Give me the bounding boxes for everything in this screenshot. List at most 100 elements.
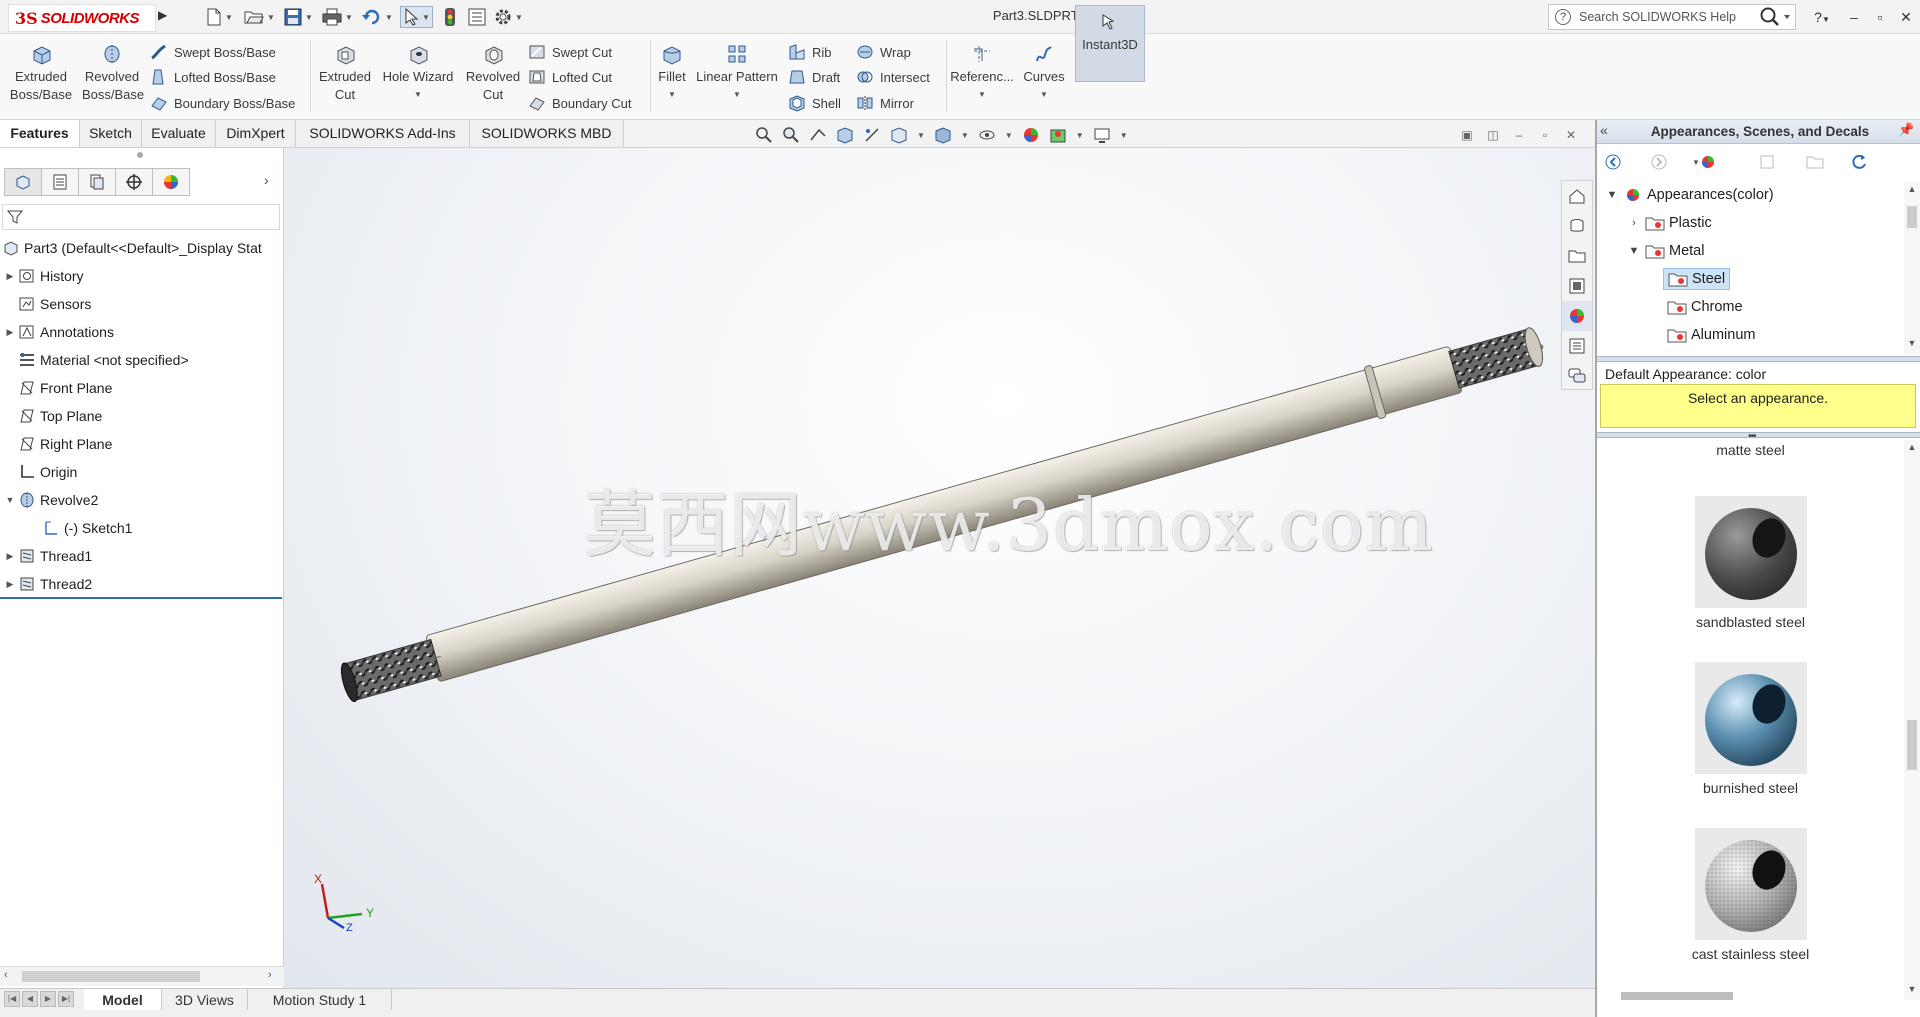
- steel-selected-highlight[interactable]: Steel: [1663, 268, 1731, 290]
- viewport-tile-icon[interactable]: ▣: [1458, 126, 1476, 144]
- tab-3d-views[interactable]: 3D Views: [162, 989, 248, 1011]
- tree-item-right-plane[interactable]: Right Plane: [4, 430, 112, 458]
- pane-splitter[interactable]: [1597, 432, 1920, 438]
- appearance-type-dropdown[interactable]: ▼: [1689, 152, 1719, 172]
- chevron-down-icon[interactable]: ▼: [1005, 131, 1013, 140]
- tree-item-thread2[interactable]: ▶ Thread2: [4, 570, 93, 598]
- scroll-down-icon[interactable]: ▼: [1904, 338, 1920, 348]
- scroll-down-icon[interactable]: ▼: [1904, 984, 1920, 994]
- expand-arrow-icon[interactable]: ▶: [4, 579, 16, 590]
- part-model-view[interactable]: [284, 148, 1595, 988]
- tree-item-top-plane[interactable]: Top Plane: [4, 402, 102, 430]
- prev-tab-icon[interactable]: ◀: [22, 991, 38, 1007]
- property-manager-tab[interactable]: [41, 168, 79, 196]
- scrollbar-thumb[interactable]: [1907, 720, 1917, 770]
- configuration-manager-tab[interactable]: [78, 168, 116, 196]
- minimize-button[interactable]: –: [1842, 6, 1866, 28]
- steel-folder[interactable]: Steel: [1663, 266, 1731, 292]
- appearances-tab[interactable]: [1562, 301, 1592, 331]
- collapse-arrow-icon[interactable]: ▼: [1627, 245, 1641, 257]
- scroll-left-icon[interactable]: ‹: [4, 969, 8, 981]
- appearance-item-cast-stainless-steel[interactable]: cast stainless steel: [1597, 828, 1904, 962]
- reference-triad[interactable]: X Y Z: [314, 868, 394, 938]
- zoom-to-fit-icon[interactable]: [755, 126, 773, 144]
- tab-model[interactable]: Model: [84, 989, 162, 1011]
- extruded-boss-button[interactable]: Extruded Boss/Base: [4, 38, 78, 116]
- undo-button[interactable]: ▼: [362, 6, 393, 28]
- shell-button[interactable]: Shell: [788, 92, 841, 114]
- extruded-cut-button[interactable]: Extruded Cut: [314, 38, 376, 116]
- graphics-area[interactable]: 莫西网www.3dmox.com X Y Z: [284, 148, 1595, 988]
- rib-button[interactable]: Rib: [788, 41, 832, 63]
- select-button[interactable]: ▼: [400, 6, 433, 28]
- file-explorer-tab[interactable]: [1562, 241, 1592, 271]
- expand-arrow-icon[interactable]: ▶: [4, 551, 16, 562]
- solidworks-resources-tab[interactable]: [1562, 181, 1592, 211]
- lofted-cut-button[interactable]: Lofted Cut: [528, 66, 612, 88]
- dimxpert-manager-tab[interactable]: [115, 168, 153, 196]
- view-orientation-icon[interactable]: [890, 126, 908, 144]
- appearance-gallery-scrollbar[interactable]: ▲ ▼: [1904, 440, 1920, 1000]
- open-folder-button[interactable]: [1805, 152, 1825, 172]
- tab-sketch[interactable]: Sketch: [80, 120, 142, 147]
- add-file-location-button[interactable]: [1757, 152, 1777, 172]
- chevron-down-icon[interactable]: ▼: [917, 131, 925, 140]
- scrollbar-thumb[interactable]: [22, 971, 200, 982]
- tree-item-material[interactable]: Material <not specified>: [4, 346, 189, 374]
- options-button[interactable]: ▼: [494, 6, 523, 28]
- open-button[interactable]: ▼: [244, 6, 275, 28]
- feature-tree-filter[interactable]: [2, 204, 280, 230]
- tab-motion-study-1[interactable]: Motion Study 1: [248, 989, 392, 1011]
- tree-item-revolve2[interactable]: ▼ Revolve2: [4, 486, 99, 514]
- next-tab-icon[interactable]: ▶: [40, 991, 56, 1007]
- rebuild-button[interactable]: [444, 6, 456, 28]
- tab-solidworks-mbd[interactable]: SOLIDWORKS MBD: [470, 120, 624, 147]
- curves-button[interactable]: Curves ▼: [1018, 38, 1070, 116]
- thread2-right[interactable]: [1448, 328, 1539, 389]
- search-button[interactable]: [1756, 4, 1796, 30]
- viewport-minimize-icon[interactable]: –: [1510, 126, 1528, 144]
- tree-root-part[interactable]: Part3 (Default<<Default>_Display Stat: [0, 234, 262, 262]
- swept-cut-button[interactable]: Swept Cut: [528, 41, 612, 63]
- plastic-folder[interactable]: › Plastic: [1627, 210, 1712, 236]
- edit-appearance-icon[interactable]: [1022, 126, 1040, 144]
- zoom-to-area-icon[interactable]: [782, 126, 800, 144]
- appearances-root-node[interactable]: ▼ Appearances(color): [1605, 182, 1774, 208]
- appearance-item-sandblasted-steel[interactable]: sandblasted steel: [1597, 496, 1904, 630]
- previous-view-icon[interactable]: [809, 126, 827, 144]
- intersect-button[interactable]: Intersect: [856, 66, 930, 88]
- mirror-button[interactable]: Mirror: [856, 92, 914, 114]
- collapse-arrow-icon[interactable]: ▼: [4, 495, 16, 505]
- tree-item-thread1[interactable]: ▶ Thread1: [4, 542, 93, 570]
- close-button[interactable]: ✕: [1894, 6, 1918, 28]
- boundary-cut-button[interactable]: Boundary Cut: [528, 92, 632, 114]
- scrollbar-thumb[interactable]: [1907, 206, 1917, 228]
- tab-features[interactable]: Features: [0, 120, 80, 147]
- viewport-restore-icon[interactable]: ▫: [1536, 126, 1554, 144]
- linear-pattern-button[interactable]: Linear Pattern ▼: [694, 38, 780, 116]
- scroll-right-icon[interactable]: ›: [268, 969, 272, 981]
- instant3d-button[interactable]: Instant3D: [1075, 5, 1145, 82]
- appearance-item-matte-steel[interactable]: matte steel: [1597, 440, 1904, 458]
- reference-geometry-button[interactable]: Referenc... ▼: [950, 38, 1014, 116]
- thread1-left[interactable]: [343, 638, 442, 702]
- appearance-item-burnished-steel[interactable]: burnished steel: [1597, 662, 1904, 796]
- swept-boss-button[interactable]: Swept Boss/Base: [150, 41, 276, 63]
- expand-arrow-icon[interactable]: ▶: [4, 327, 16, 338]
- tab-solidworks-addins[interactable]: SOLIDWORKS Add-Ins: [296, 120, 470, 147]
- fillet-button[interactable]: Fillet ▼: [654, 38, 690, 116]
- viewport-split-icon[interactable]: ◫: [1484, 126, 1502, 144]
- pane-splitter[interactable]: [1597, 356, 1920, 362]
- panel-splitter-dot[interactable]: [137, 152, 143, 158]
- scroll-up-icon[interactable]: ▲: [1904, 442, 1920, 452]
- tree-item-front-plane[interactable]: Front Plane: [4, 374, 112, 402]
- solidworks-logo[interactable]: 3S SOLIDWORKS: [8, 4, 156, 32]
- collapse-arrow-icon[interactable]: ▼: [1605, 189, 1619, 201]
- save-button[interactable]: ▼: [284, 6, 313, 28]
- view-palette-tab[interactable]: [1562, 271, 1592, 301]
- tab-evaluate[interactable]: Evaluate: [142, 120, 216, 147]
- collapse-panel-icon[interactable]: «: [1600, 122, 1608, 138]
- chevron-right-icon[interactable]: ›: [264, 172, 269, 188]
- feature-manager-tab[interactable]: [4, 168, 42, 196]
- tree-item-sensors[interactable]: Sensors: [4, 290, 91, 318]
